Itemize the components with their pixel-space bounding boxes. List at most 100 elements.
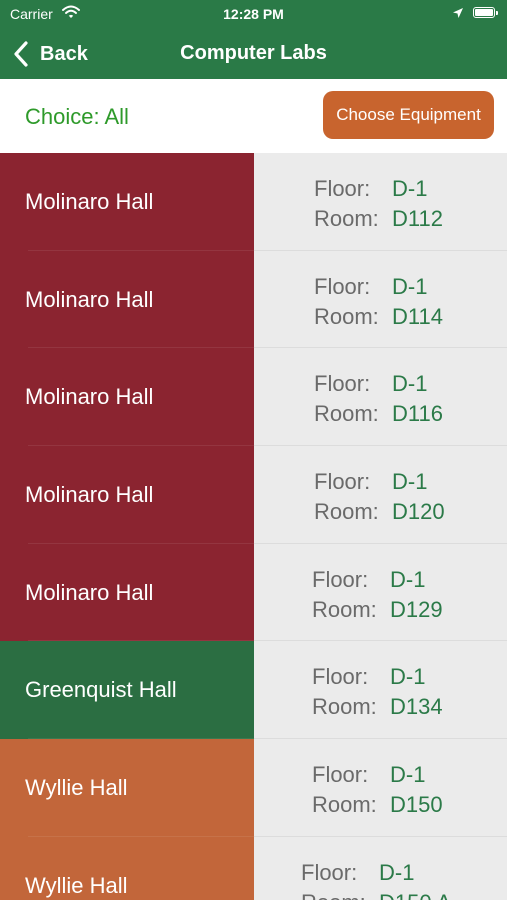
choice-label: Choice: All — [25, 104, 129, 129]
hall-name: Wyllie Hall — [25, 774, 128, 800]
lab-row[interactable]: Molinaro Hall Floor: D-1 Room: D116 — [0, 348, 507, 447]
room-info-cell: Floor: D-1 Room: D150 — [254, 739, 507, 837]
floor-line: Floor: D-1 — [312, 760, 443, 790]
floor-line: Floor: D-1 — [314, 272, 443, 302]
floor-label: Floor: — [314, 469, 371, 495]
floor-line: Floor: D-1 — [314, 369, 443, 399]
room-info: Floor: D-1 Room: D114 — [314, 272, 443, 332]
room-line: Room: D112 — [314, 204, 443, 234]
room-info: Floor: D-1 Room: D150 — [312, 760, 443, 820]
room-info-cell: Floor: D-1 Room: D116 — [254, 348, 507, 447]
room-line: Room: D150 — [312, 790, 443, 820]
room-line: Room:D150 A — [301, 888, 451, 900]
room-label: Room: — [314, 401, 379, 427]
hall-name: Molinaro Hall — [25, 188, 154, 214]
lab-list[interactable]: Molinaro Hall Floor: D-1 Room: D112 Molinaro … — [0, 153, 507, 900]
room-label: Room: — [312, 694, 377, 720]
room-label: Room: — [301, 888, 379, 900]
hall-cell: Molinaro Hall — [0, 250, 254, 349]
floor-label: Floor: — [312, 664, 369, 690]
room-line: Room: D129 — [312, 595, 443, 625]
hall-name: Molinaro Hall — [25, 384, 154, 410]
floor-value: D-1 — [390, 762, 426, 788]
floor-label: Floor: — [314, 176, 371, 201]
floor-line: Floor: D-1 — [314, 467, 445, 497]
room-value: D129 — [390, 596, 443, 622]
room-value: D116 — [392, 401, 443, 427]
battery-icon — [473, 7, 498, 18]
room-info: Floor:D-1Room:D150 A — [301, 858, 451, 900]
room-value: D150 — [390, 792, 443, 818]
floor-value: D-1 — [390, 664, 426, 690]
lab-row[interactable]: Wyllie HallFloor:D-1Room:D150 A — [0, 836, 507, 900]
hall-cell: Molinaro Hall — [0, 446, 254, 544]
room-line: Room: D134 — [312, 692, 443, 722]
back-label: Back — [40, 42, 88, 65]
room-value: D112 — [392, 206, 443, 231]
lab-row[interactable]: Molinaro Hall Floor: D-1 Room: D120 — [0, 446, 507, 544]
hall-cell: Wyllie Hall — [0, 739, 254, 837]
hall-cell: Molinaro Hall — [0, 153, 254, 251]
hall-name: Wyllie Hall — [25, 872, 128, 898]
room-info: Floor: D-1 Room: D129 — [312, 565, 443, 625]
room-info-cell: Floor: D-1 Room: D134 — [254, 641, 507, 740]
room-info: Floor: D-1 Room: D112 — [314, 174, 443, 234]
room-label: Room: — [314, 206, 379, 231]
room-info-cell: Floor: D-1 Room: D114 — [254, 250, 507, 349]
room-info-cell: Floor: D-1 Room: D112 — [254, 153, 507, 251]
chevron-left-icon — [14, 41, 28, 67]
choose-equipment-button[interactable]: Choose Equipment — [323, 91, 494, 139]
floor-line: Floor: D-1 — [312, 565, 443, 595]
clock: 12:28 PM — [223, 6, 284, 22]
floor-line: Floor: D-1 — [312, 662, 443, 692]
floor-label: Floor: — [312, 566, 369, 592]
room-line: Room: D114 — [314, 302, 443, 332]
room-info-cell: Floor:D-1Room:D150 A — [254, 836, 507, 900]
room-label: Room: — [314, 303, 379, 329]
filter-row: Choice: All Choose Equipment — [0, 79, 507, 153]
floor-value: D-1 — [392, 273, 428, 299]
floor-value: D-1 — [392, 469, 428, 495]
floor-label: Floor: — [314, 273, 371, 299]
hall-name: Molinaro Hall — [25, 481, 154, 507]
room-info: Floor: D-1 Room: D134 — [312, 662, 443, 722]
room-label: Room: — [314, 499, 379, 525]
status-bar: Carrier 12:28 PM — [0, 0, 507, 28]
hall-cell: Greenquist Hall — [0, 641, 254, 740]
room-info: Floor: D-1 Room: D116 — [314, 369, 443, 429]
floor-label: Floor: — [314, 371, 371, 397]
floor-value: D-1 — [392, 371, 428, 397]
hall-name: Molinaro Hall — [25, 579, 154, 605]
lab-row[interactable]: Greenquist Hall Floor: D-1 Room: D134 — [0, 641, 507, 740]
floor-line: Floor: D-1 — [301, 858, 451, 888]
room-label: Room: — [312, 596, 377, 622]
room-info: Floor: D-1 Room: D120 — [314, 467, 445, 527]
location-arrow-icon — [452, 6, 464, 24]
floor-line: Floor: D-1 — [314, 174, 443, 204]
hall-name: Greenquist Hall — [25, 677, 177, 703]
room-info-cell: Floor: D-1 Room: D129 — [254, 543, 507, 642]
room-line: Room: D120 — [314, 497, 445, 527]
room-info-cell: Floor: D-1 Room: D120 — [254, 446, 507, 544]
room-value: D150 A — [379, 888, 451, 900]
floor-label: Floor: — [301, 859, 358, 885]
lab-row[interactable]: Molinaro Hall Floor: D-1 Room: D114 — [0, 250, 507, 349]
room-value: D114 — [392, 303, 443, 329]
lab-row[interactable]: Wyllie Hall Floor: D-1 Room: D150 — [0, 739, 507, 837]
room-label: Room: — [312, 792, 377, 818]
hall-cell: Molinaro Hall — [0, 348, 254, 447]
floor-value: D-1 — [392, 176, 428, 201]
back-button[interactable]: Back — [14, 39, 88, 69]
hall-cell: Molinaro Hall — [0, 543, 254, 642]
floor-label: Floor: — [312, 762, 369, 788]
room-value: D134 — [390, 694, 443, 720]
floor-value: D-1 — [379, 859, 415, 885]
hall-cell: Wyllie Hall — [0, 836, 254, 900]
hall-name: Molinaro Hall — [25, 286, 154, 312]
lab-row[interactable]: Molinaro Hall Floor: D-1 Room: D112 — [0, 153, 507, 251]
floor-value: D-1 — [390, 566, 426, 592]
room-value: D120 — [392, 499, 445, 525]
navigation-bar: Back Computer Labs — [0, 28, 507, 79]
lab-row[interactable]: Molinaro Hall Floor: D-1 Room: D129 — [0, 543, 507, 642]
room-line: Room: D116 — [314, 399, 443, 429]
